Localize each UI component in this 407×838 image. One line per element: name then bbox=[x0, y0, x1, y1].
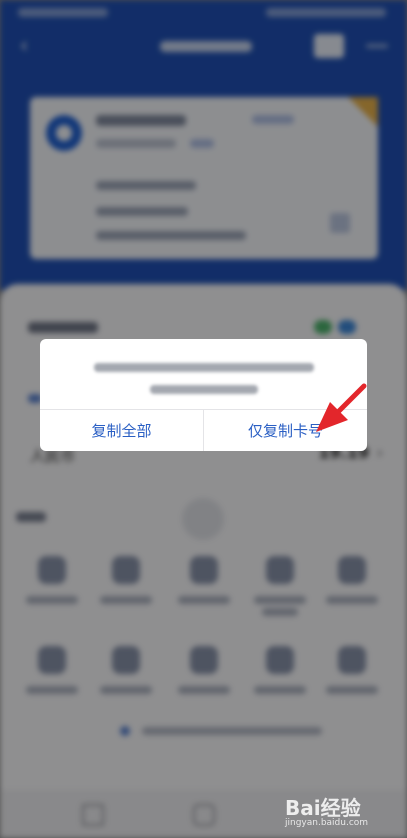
copy-card-number-button[interactable]: 仅复制卡号 bbox=[204, 410, 367, 451]
dialog-message bbox=[40, 339, 367, 409]
watermark: Bai经验 jingyan.baidu.com bbox=[285, 790, 400, 834]
copy-all-button[interactable]: 复制全部 bbox=[40, 410, 203, 451]
copy-dialog: 复制全部 仅复制卡号 bbox=[40, 339, 367, 451]
watermark-brand: Bai经验 bbox=[285, 796, 361, 820]
watermark-url: jingyan.baidu.com bbox=[285, 818, 369, 828]
